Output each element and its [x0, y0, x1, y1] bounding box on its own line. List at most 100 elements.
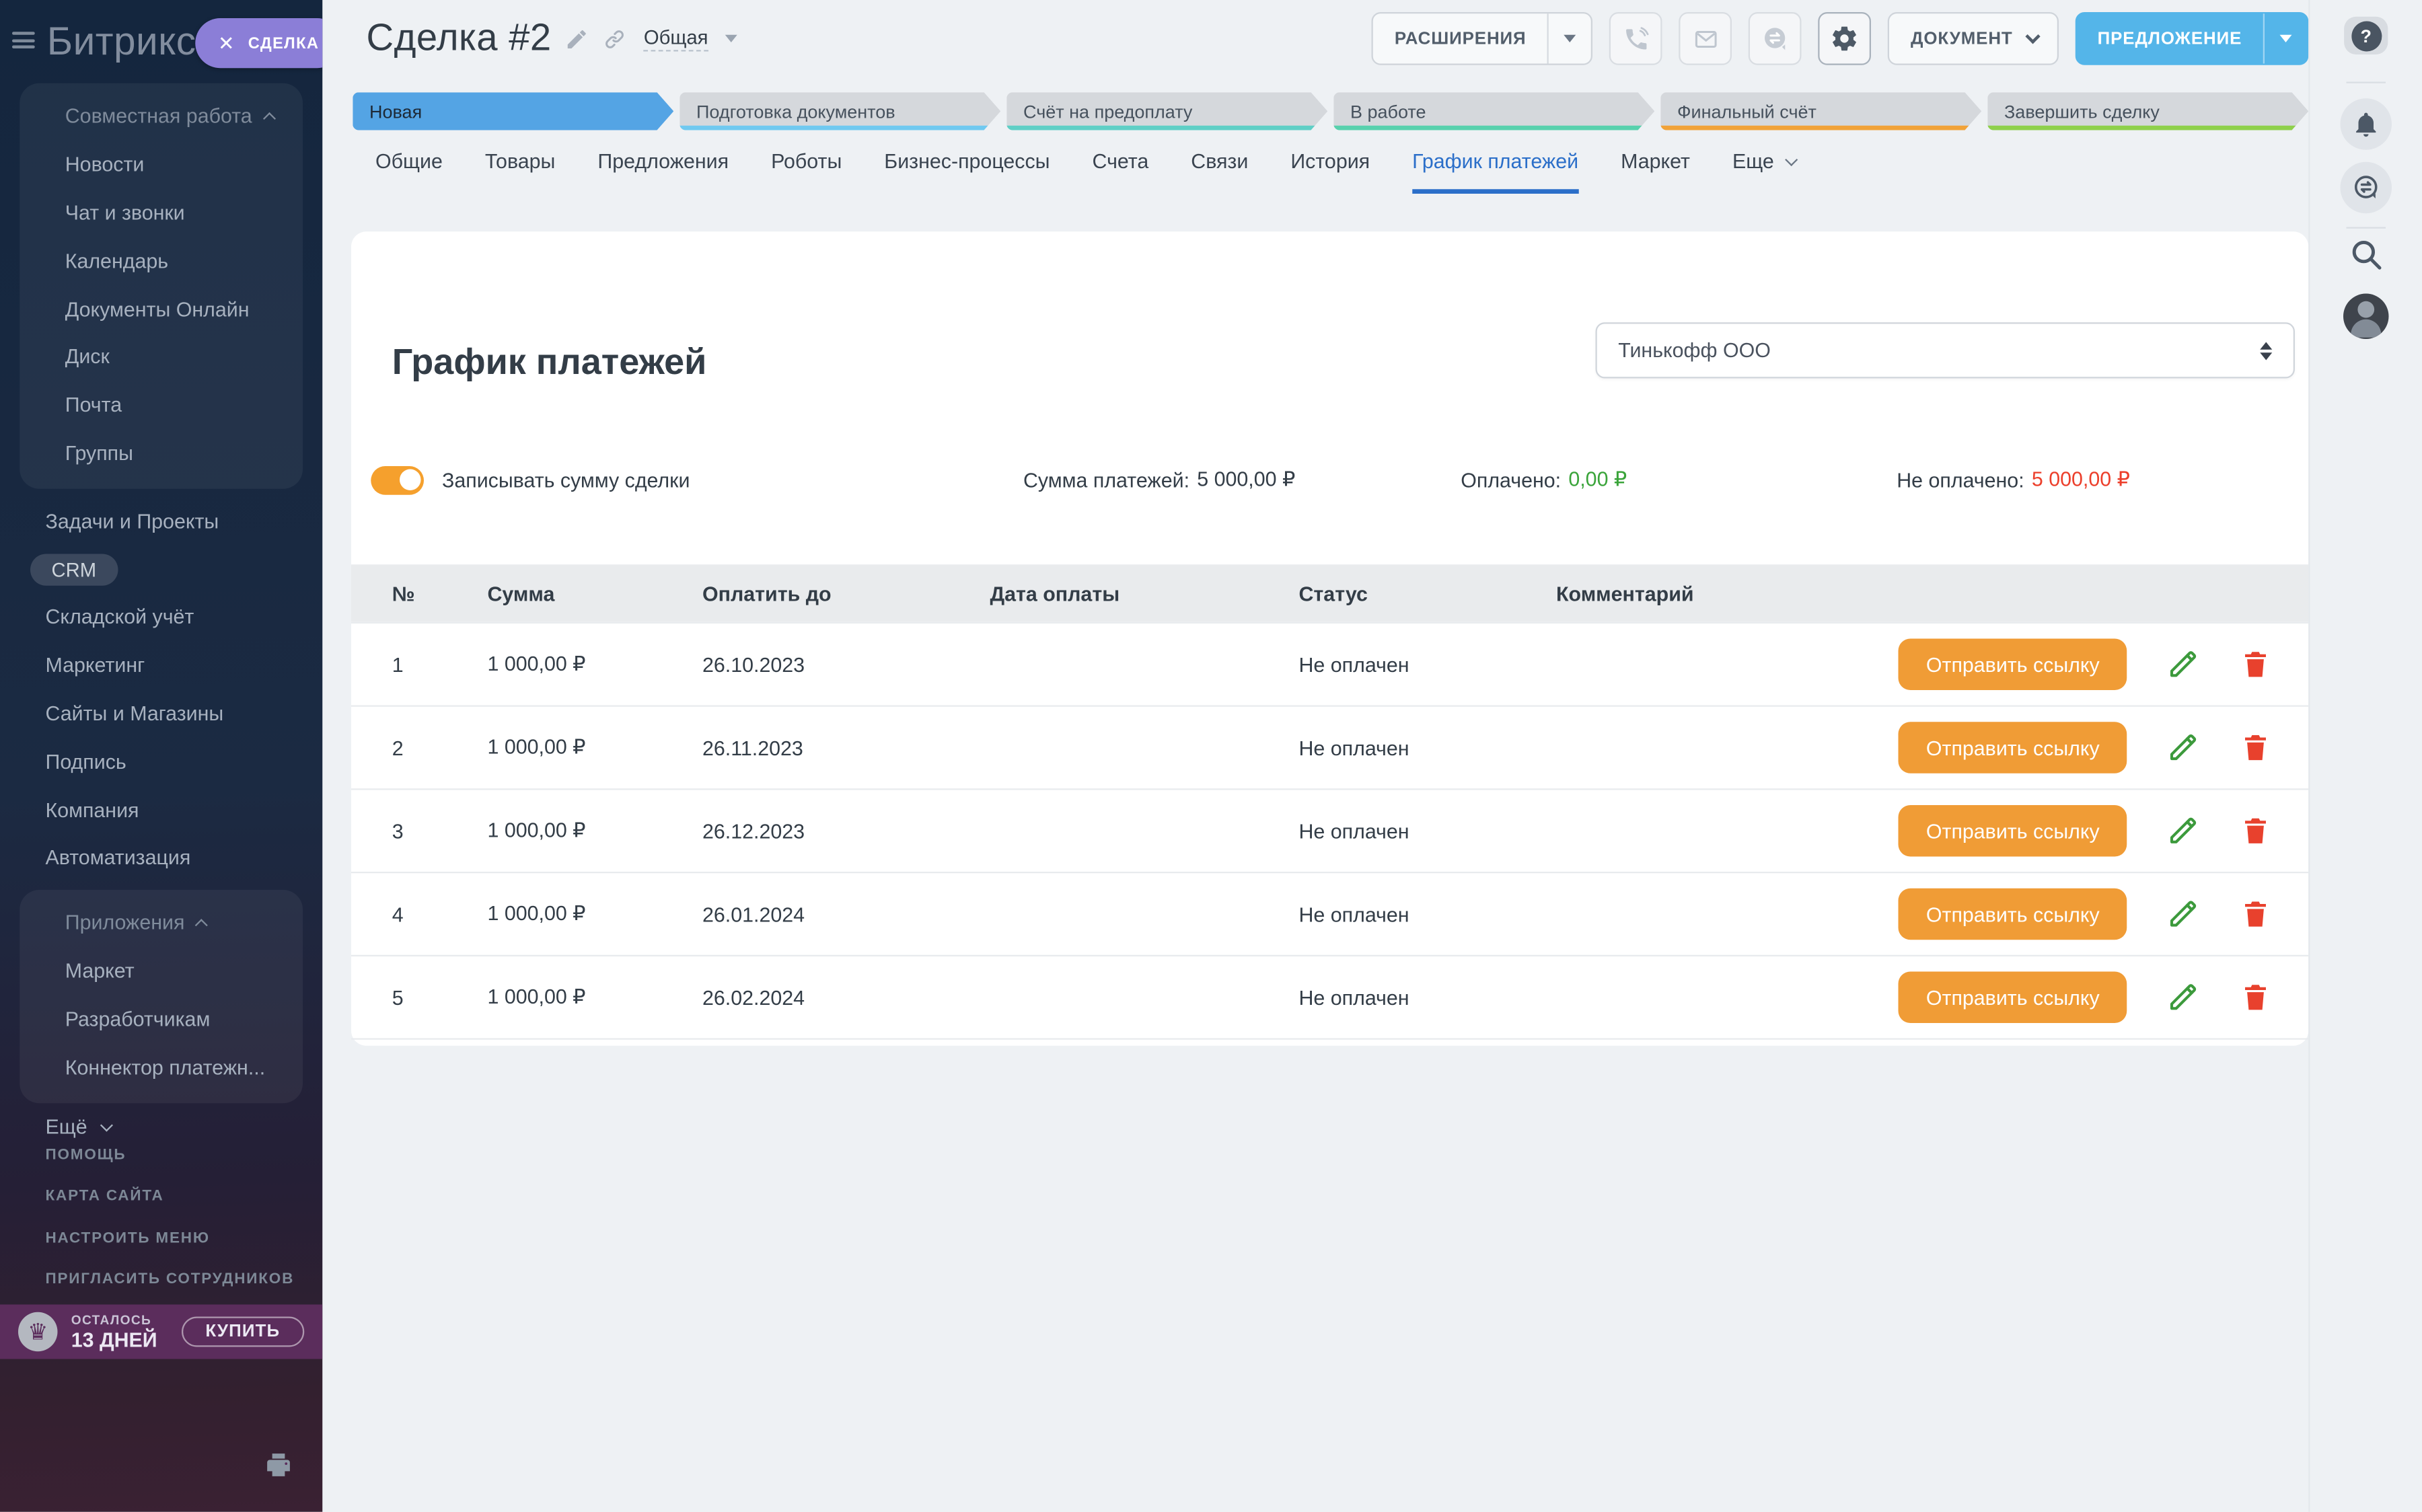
printer-icon[interactable]	[264, 1450, 294, 1480]
send-link-button[interactable]: Отправить ссылку	[1899, 805, 2127, 857]
delete-payment-icon[interactable]	[2239, 648, 2273, 681]
proposal-button[interactable]: ПРЕДЛОЖЕНИЕ	[2075, 12, 2308, 65]
payment-provider-value: Тинькофф ООО	[1618, 339, 1771, 362]
sidebar-item-tasks-projects[interactable]: Задачи и Проекты	[0, 497, 322, 545]
proposal-dropdown[interactable]	[2263, 13, 2307, 63]
sidebar-item-marketing[interactable]: Маркетинг	[0, 641, 322, 689]
sidebar-item-developers[interactable]: Разработчикам	[20, 995, 303, 1043]
edit-payment-icon[interactable]	[2166, 981, 2200, 1014]
page-title: Сделка #2	[367, 17, 552, 61]
delete-payment-icon[interactable]	[2239, 731, 2273, 765]
delete-payment-icon[interactable]	[2239, 981, 2273, 1014]
col-number: №	[392, 582, 488, 605]
tab-general[interactable]: Общие	[375, 150, 443, 194]
search-button[interactable]	[2348, 236, 2384, 272]
sidebar-link-help[interactable]: ПОМОЩЬ	[46, 1135, 295, 1176]
stage-in-progress[interactable]: В работе	[1333, 92, 1654, 130]
sidebar-item-inventory[interactable]: Складской учёт	[0, 593, 322, 642]
sidebar-link-configure-menu[interactable]: НАСТРОИТЬ МЕНЮ	[46, 1217, 295, 1258]
category-dropdown-icon[interactable]	[725, 35, 737, 42]
tab-quotes[interactable]: Предложения	[597, 150, 729, 194]
tab-robots[interactable]: Роботы	[771, 150, 842, 194]
notifications-button[interactable]	[2341, 98, 2392, 150]
send-link-button[interactable]: Отправить ссылку	[1899, 972, 2127, 1024]
sidebar-link-invite-employees[interactable]: ПРИГЛАСИТЬ СОТРУДНИКОВ	[46, 1259, 295, 1300]
extensions-label[interactable]: РАСШИРЕНИЯ	[1373, 13, 1547, 63]
tab-products[interactable]: Товары	[485, 150, 556, 194]
sidebar-item-crm[interactable]: CRM	[30, 554, 118, 585]
send-link-button[interactable]: Отправить ссылку	[1899, 639, 2127, 691]
settings-button[interactable]	[1819, 12, 1872, 65]
sidebar-item-sites-stores[interactable]: Сайты и Магазины	[0, 689, 322, 738]
tab-more[interactable]: Еще	[1732, 150, 1794, 194]
delete-payment-icon[interactable]	[2239, 815, 2273, 848]
proposal-label[interactable]: ПРЕДЛОЖЕНИЕ	[2076, 13, 2263, 63]
sidebar-item-disk[interactable]: Диск	[20, 333, 303, 381]
chevron-up-icon	[195, 918, 208, 931]
user-avatar[interactable]	[2343, 294, 2389, 340]
chevron-up-icon	[262, 112, 275, 125]
document-button[interactable]: ДОКУМЕНТ	[1888, 12, 2058, 65]
table-row: 41 000,00 ₽26.01.2024 Не оплачен Отправи…	[351, 872, 2308, 955]
edit-payment-icon[interactable]	[2166, 731, 2200, 765]
sidebar-item-mail[interactable]: Почта	[20, 381, 303, 430]
payment-summary: Записывать сумму сделки Сумма платежей:5…	[351, 453, 2308, 507]
call-button[interactable]	[1609, 12, 1662, 65]
pipeline-category[interactable]: Общая	[644, 26, 708, 51]
sidebar-group-header-apps[interactable]: Приложения	[20, 899, 303, 947]
stage-final-invoice[interactable]: Финальный счёт	[1660, 92, 1981, 130]
edit-payment-icon[interactable]	[2166, 897, 2200, 931]
table-row: 21 000,00 ₽26.11.2023 Не оплачен Отправи…	[351, 706, 2308, 789]
exchange-button[interactable]	[1749, 12, 1802, 65]
tab-invoices[interactable]: Счета	[1092, 150, 1148, 194]
sidebar-link-sitemap[interactable]: КАРТА САЙТА	[46, 1176, 295, 1217]
tab-history[interactable]: История	[1290, 150, 1370, 194]
extensions-dropdown[interactable]	[1547, 13, 1591, 63]
search-icon	[2348, 236, 2384, 272]
send-link-button[interactable]: Отправить ссылку	[1899, 889, 2127, 940]
stage-new[interactable]: Новая	[353, 92, 673, 130]
tab-payment-schedule[interactable]: График платежей	[1412, 150, 1578, 194]
sidebar-item-automation[interactable]: Автоматизация	[0, 834, 322, 882]
payment-provider-select[interactable]: Тинькофф ООО	[1596, 322, 2296, 378]
buy-button[interactable]: КУПИТЬ	[181, 1317, 304, 1347]
menu-toggle-icon[interactable]	[12, 32, 35, 48]
delete-payment-icon[interactable]	[2239, 897, 2273, 931]
stage-document-preparation[interactable]: Подготовка документов	[680, 92, 1000, 130]
messenger-button[interactable]	[2341, 162, 2392, 214]
tab-market[interactable]: Маркет	[1621, 150, 1690, 194]
help-button[interactable]: ?	[2344, 17, 2388, 54]
col-status: Статус	[1299, 582, 1557, 605]
pipeline-stages: Новая Подготовка документов Счёт на пред…	[353, 92, 2308, 130]
tab-business-processes[interactable]: Бизнес-процессы	[884, 150, 1050, 194]
deal-badge[interactable]: ✕ СДЕЛКА	[195, 18, 322, 68]
record-deal-sum-toggle[interactable]	[371, 465, 424, 494]
stage-prepayment-invoice[interactable]: Счёт на предоплату	[1006, 92, 1327, 130]
edit-title-icon[interactable]	[565, 26, 589, 50]
unpaid-total: Не оплачено:5 000,00 ₽	[1897, 453, 2130, 507]
sidebar-item-sign[interactable]: Подпись	[0, 738, 322, 786]
edit-payment-icon[interactable]	[2166, 648, 2200, 681]
sidebar-item-news[interactable]: Новости	[20, 141, 303, 189]
sidebar-item-chat-calls[interactable]: Чат и звонки	[20, 188, 303, 237]
sidebar-item-company[interactable]: Компания	[0, 786, 322, 834]
close-icon[interactable]: ✕	[218, 34, 235, 53]
sidebar-item-payment-connector[interactable]: Коннектор платежн...	[20, 1043, 303, 1092]
sidebar-item-documents-online[interactable]: Документы Онлайн	[20, 285, 303, 333]
select-spinner-icon	[2260, 341, 2272, 359]
sidebar-group-header-collaboration[interactable]: Совместная работа	[20, 92, 303, 141]
email-button[interactable]	[1679, 12, 1732, 65]
payments-total: Сумма платежей:5 000,00 ₽	[1023, 453, 1295, 507]
edit-payment-icon[interactable]	[2166, 815, 2200, 848]
bell-icon	[2351, 109, 2381, 139]
tab-relations[interactable]: Связи	[1191, 150, 1248, 194]
col-sum: Сумма	[488, 582, 703, 605]
sidebar-item-groups[interactable]: Группы	[20, 429, 303, 478]
send-link-button[interactable]: Отправить ссылку	[1899, 722, 2127, 773]
envelope-icon	[1692, 25, 1720, 52]
sidebar-item-market[interactable]: Маркет	[20, 946, 303, 995]
stage-close-deal[interactable]: Завершить сделку	[1987, 92, 2308, 130]
sidebar-item-calendar[interactable]: Календарь	[20, 237, 303, 285]
link-icon[interactable]	[603, 26, 627, 50]
extensions-button[interactable]: РАСШИРЕНИЯ	[1372, 12, 1592, 65]
